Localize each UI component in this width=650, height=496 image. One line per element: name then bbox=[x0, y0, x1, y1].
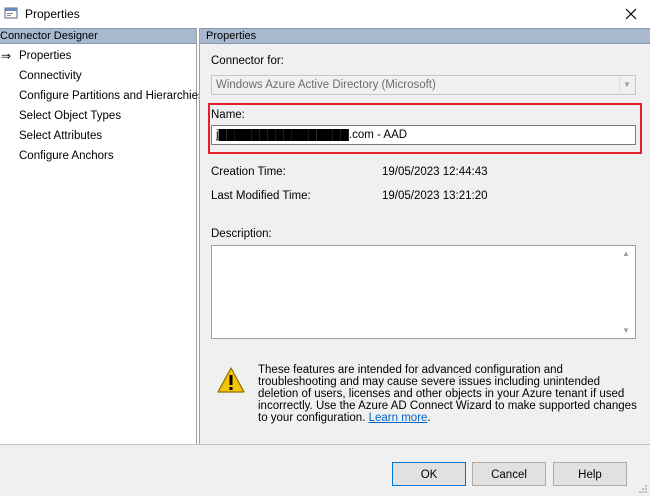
help-button[interactable]: Help bbox=[553, 462, 627, 486]
description-textarea[interactable]: ▲ ▼ bbox=[211, 245, 636, 339]
chevron-down-icon: ▼ bbox=[619, 77, 634, 93]
name-input[interactable] bbox=[211, 125, 636, 145]
properties-icon bbox=[4, 7, 18, 19]
designer-nav-list: ⇒ Properties Connectivity Configure Part… bbox=[0, 44, 204, 166]
title-bar: Properties bbox=[0, 0, 650, 28]
ok-button[interactable]: OK bbox=[392, 462, 466, 486]
nav-item-configure-anchors[interactable]: Configure Anchors bbox=[0, 146, 196, 166]
warning-end: . bbox=[427, 412, 431, 424]
description-scrollbar[interactable]: ▲ ▼ bbox=[618, 246, 635, 338]
name-label: Name: bbox=[211, 109, 245, 121]
connector-designer-header: Connector Designer bbox=[0, 28, 196, 44]
nav-item-label: Select Attributes bbox=[19, 130, 103, 142]
close-icon bbox=[625, 8, 637, 20]
nav-item-label: Connectivity bbox=[19, 70, 82, 82]
warning-text: These features are intended for advanced… bbox=[258, 364, 637, 424]
nav-item-select-attributes[interactable]: Select Attributes bbox=[0, 126, 196, 146]
scroll-up-icon[interactable]: ▲ bbox=[622, 249, 630, 258]
scroll-down-icon[interactable]: ▼ bbox=[622, 326, 630, 335]
nav-item-connectivity[interactable]: Connectivity bbox=[0, 66, 196, 86]
learn-more-link[interactable]: Learn more bbox=[369, 412, 428, 424]
window-title: Properties bbox=[25, 7, 80, 21]
warning-message: These features are intended for advanced… bbox=[258, 364, 638, 424]
connector-designer-panel: Connector Designer ⇒ Properties Connecti… bbox=[0, 28, 204, 444]
last-modified-label: Last Modified Time: bbox=[211, 190, 311, 202]
creation-time-label: Creation Time: bbox=[211, 166, 286, 178]
properties-header: Properties bbox=[200, 28, 650, 44]
connector-for-label: Connector for: bbox=[211, 55, 284, 67]
connector-for-select: Windows Azure Active Directory (Microsof… bbox=[211, 75, 636, 95]
nav-item-configure-partitions[interactable]: Configure Partitions and Hierarchies bbox=[0, 86, 204, 106]
connector-for-value: Windows Azure Active Directory (Microsof… bbox=[216, 79, 436, 91]
nav-item-label: Select Object Types bbox=[19, 110, 122, 122]
cancel-button[interactable]: Cancel bbox=[472, 462, 546, 486]
close-button[interactable] bbox=[612, 0, 650, 28]
nav-item-label: Configure Partitions and Hierarchies bbox=[19, 90, 204, 102]
resize-grip-icon[interactable] bbox=[638, 484, 648, 494]
nav-item-label: Configure Anchors bbox=[19, 150, 114, 162]
properties-panel: Properties Connector for: Windows Azure … bbox=[199, 28, 650, 444]
nav-item-select-object-types[interactable]: Select Object Types bbox=[0, 106, 196, 126]
nav-item-properties[interactable]: ⇒ Properties bbox=[0, 46, 196, 66]
description-label: Description: bbox=[211, 228, 272, 240]
dialog-button-bar: OK Cancel Help bbox=[0, 444, 650, 496]
warning-icon bbox=[217, 367, 245, 393]
nav-item-label: Properties bbox=[19, 50, 72, 62]
last-modified-value: 19/05/2023 13:21:20 bbox=[382, 190, 488, 202]
creation-time-value: 19/05/2023 12:44:43 bbox=[382, 166, 488, 178]
current-step-arrow-icon: ⇒ bbox=[1, 49, 12, 63]
